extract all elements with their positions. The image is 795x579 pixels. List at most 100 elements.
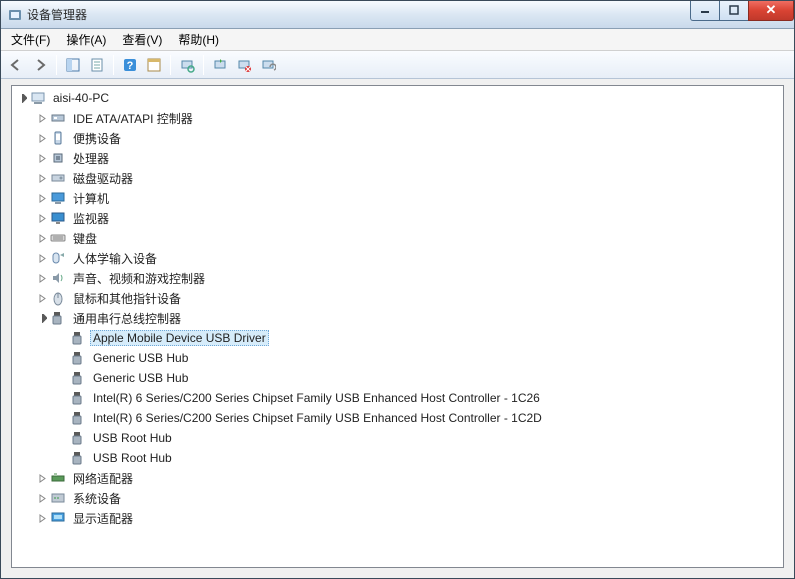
uninstall-button[interactable] bbox=[233, 54, 255, 76]
usb-icon bbox=[70, 350, 86, 366]
tree-device[interactable]: Apple Mobile Device USB Driver bbox=[12, 328, 783, 348]
close-button[interactable]: ✕ bbox=[748, 1, 794, 21]
tree-category[interactable]: 磁盘驱动器 bbox=[12, 168, 783, 188]
expander-icon[interactable] bbox=[34, 490, 50, 506]
expander-spacer bbox=[54, 350, 70, 366]
tree-category-label: 监视器 bbox=[70, 209, 112, 228]
show-hide-button[interactable] bbox=[62, 54, 84, 76]
tree-device[interactable]: USB Root Hub bbox=[12, 428, 783, 448]
tree-category[interactable]: 鼠标和其他指针设备 bbox=[12, 288, 783, 308]
tree-category[interactable]: 声音、视频和游戏控制器 bbox=[12, 268, 783, 288]
help-button[interactable]: ? bbox=[119, 54, 141, 76]
tree-category-label: 磁盘驱动器 bbox=[70, 169, 136, 188]
tree-category[interactable]: 便携设备 bbox=[12, 128, 783, 148]
tree-category[interactable]: 通用串行总线控制器 bbox=[12, 308, 783, 328]
expander-spacer bbox=[54, 390, 70, 406]
tree-device-label: Generic USB Hub bbox=[90, 370, 191, 386]
tree-device-label: Generic USB Hub bbox=[90, 350, 191, 366]
tree-category[interactable]: 人体学输入设备 bbox=[12, 248, 783, 268]
expander-icon[interactable] bbox=[14, 90, 30, 106]
tree-category-label: 人体学输入设备 bbox=[70, 249, 160, 268]
expander-icon[interactable] bbox=[34, 510, 50, 526]
expander-icon[interactable] bbox=[34, 230, 50, 246]
disk-icon bbox=[50, 170, 66, 186]
tree-device-label: Intel(R) 6 Series/C200 Series Chipset Fa… bbox=[90, 390, 543, 406]
expander-spacer bbox=[54, 330, 70, 346]
usb-icon bbox=[70, 450, 86, 466]
menu-file[interactable]: 文件(F) bbox=[3, 29, 58, 50]
keyboard-icon bbox=[50, 230, 66, 246]
expander-spacer bbox=[54, 370, 70, 386]
tree-device[interactable]: Intel(R) 6 Series/C200 Series Chipset Fa… bbox=[12, 388, 783, 408]
scan-hardware-button[interactable] bbox=[176, 54, 198, 76]
maximize-button[interactable] bbox=[719, 1, 749, 21]
disable-button[interactable] bbox=[257, 54, 279, 76]
expander-icon[interactable] bbox=[34, 270, 50, 286]
menubar: 文件(F) 操作(A) 查看(V) 帮助(H) bbox=[1, 29, 794, 51]
usb-icon bbox=[70, 370, 86, 386]
minimize-button[interactable] bbox=[690, 1, 720, 21]
expander-icon[interactable] bbox=[34, 250, 50, 266]
window-title: 设备管理器 bbox=[27, 6, 87, 23]
tree-category[interactable]: 键盘 bbox=[12, 228, 783, 248]
usb-icon bbox=[70, 390, 86, 406]
tree-category-label: 计算机 bbox=[70, 189, 112, 208]
tree-category[interactable]: 显示适配器 bbox=[12, 508, 783, 528]
expander-spacer bbox=[54, 430, 70, 446]
titlebar[interactable]: 设备管理器 ✕ bbox=[1, 1, 794, 29]
toolbar: ? bbox=[1, 51, 794, 79]
tree-category-label: 声音、视频和游戏控制器 bbox=[70, 269, 208, 288]
computer-icon bbox=[30, 90, 46, 106]
tree-category-label: 系统设备 bbox=[70, 489, 124, 508]
expander-icon[interactable] bbox=[34, 150, 50, 166]
tree-device[interactable]: Intel(R) 6 Series/C200 Series Chipset Fa… bbox=[12, 408, 783, 428]
network-icon bbox=[50, 470, 66, 486]
forward-button[interactable] bbox=[29, 54, 51, 76]
usb-icon bbox=[70, 410, 86, 426]
tree-category[interactable]: 计算机 bbox=[12, 188, 783, 208]
tree-panel[interactable]: aisi-40-PC IDE ATA/ATAPI 控制器便携设备处理器磁盘驱动器计… bbox=[11, 85, 784, 568]
tree-category[interactable]: IDE ATA/ATAPI 控制器 bbox=[12, 108, 783, 128]
display-icon bbox=[50, 510, 66, 526]
expander-icon[interactable] bbox=[34, 130, 50, 146]
system-icon bbox=[50, 490, 66, 506]
tree-category-label: 网络适配器 bbox=[70, 469, 136, 488]
expander-icon[interactable] bbox=[34, 190, 50, 206]
properties-button[interactable] bbox=[86, 54, 108, 76]
expander-icon[interactable] bbox=[34, 470, 50, 486]
back-button[interactable] bbox=[5, 54, 27, 76]
tree-category[interactable]: 网络适配器 bbox=[12, 468, 783, 488]
expander-icon[interactable] bbox=[34, 210, 50, 226]
svg-text:?: ? bbox=[127, 60, 134, 72]
menu-action[interactable]: 操作(A) bbox=[58, 29, 114, 50]
tree-device[interactable]: Generic USB Hub bbox=[12, 348, 783, 368]
tree-category-label: 鼠标和其他指针设备 bbox=[70, 289, 184, 308]
tree-device-label: Intel(R) 6 Series/C200 Series Chipset Fa… bbox=[90, 410, 545, 426]
tree-device-label: USB Root Hub bbox=[90, 450, 175, 466]
hid-icon bbox=[50, 250, 66, 266]
device-manager-window: 设备管理器 ✕ 文件(F) 操作(A) 查看(V) 帮助(H) ? aisi-4… bbox=[0, 0, 795, 579]
action-button[interactable] bbox=[143, 54, 165, 76]
tree-device[interactable]: USB Root Hub bbox=[12, 448, 783, 468]
menu-view[interactable]: 查看(V) bbox=[114, 29, 170, 50]
monitor-icon bbox=[50, 210, 66, 226]
expander-icon[interactable] bbox=[34, 290, 50, 306]
usb-icon bbox=[70, 330, 86, 346]
expander-spacer bbox=[54, 410, 70, 426]
tree-category[interactable]: 处理器 bbox=[12, 148, 783, 168]
expander-icon[interactable] bbox=[34, 110, 50, 126]
menu-help[interactable]: 帮助(H) bbox=[170, 29, 227, 50]
tree-category-label: IDE ATA/ATAPI 控制器 bbox=[70, 109, 196, 128]
tree-root-label: aisi-40-PC bbox=[50, 90, 112, 106]
tree-device[interactable]: Generic USB Hub bbox=[12, 368, 783, 388]
tree-category-label: 显示适配器 bbox=[70, 509, 136, 528]
tree-root[interactable]: aisi-40-PC bbox=[12, 88, 783, 108]
tree-category-label: 键盘 bbox=[70, 229, 100, 248]
update-driver-button[interactable] bbox=[209, 54, 231, 76]
expander-icon[interactable] bbox=[34, 310, 50, 326]
mouse-icon bbox=[50, 290, 66, 306]
tree-category[interactable]: 监视器 bbox=[12, 208, 783, 228]
portable-icon bbox=[50, 130, 66, 146]
tree-category[interactable]: 系统设备 bbox=[12, 488, 783, 508]
expander-icon[interactable] bbox=[34, 170, 50, 186]
